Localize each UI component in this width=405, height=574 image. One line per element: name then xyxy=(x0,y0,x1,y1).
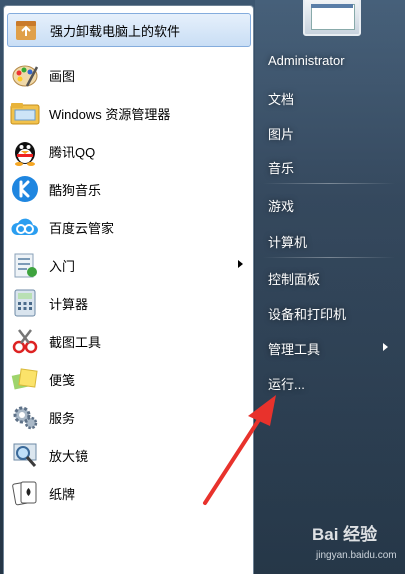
watermark: Bai 经验 jingyan.baidu.com xyxy=(312,520,400,570)
start-menu: 强力卸载电脑上的软件 画图 Windows 资源管理器 腾讯QQ 酷狗音乐 百度… xyxy=(0,0,405,574)
baidu-jingyan-logo: Bai 经验 xyxy=(312,525,378,544)
watermark-url: jingyan.baidu.com xyxy=(316,550,397,561)
annotation-arrow xyxy=(203,395,276,505)
